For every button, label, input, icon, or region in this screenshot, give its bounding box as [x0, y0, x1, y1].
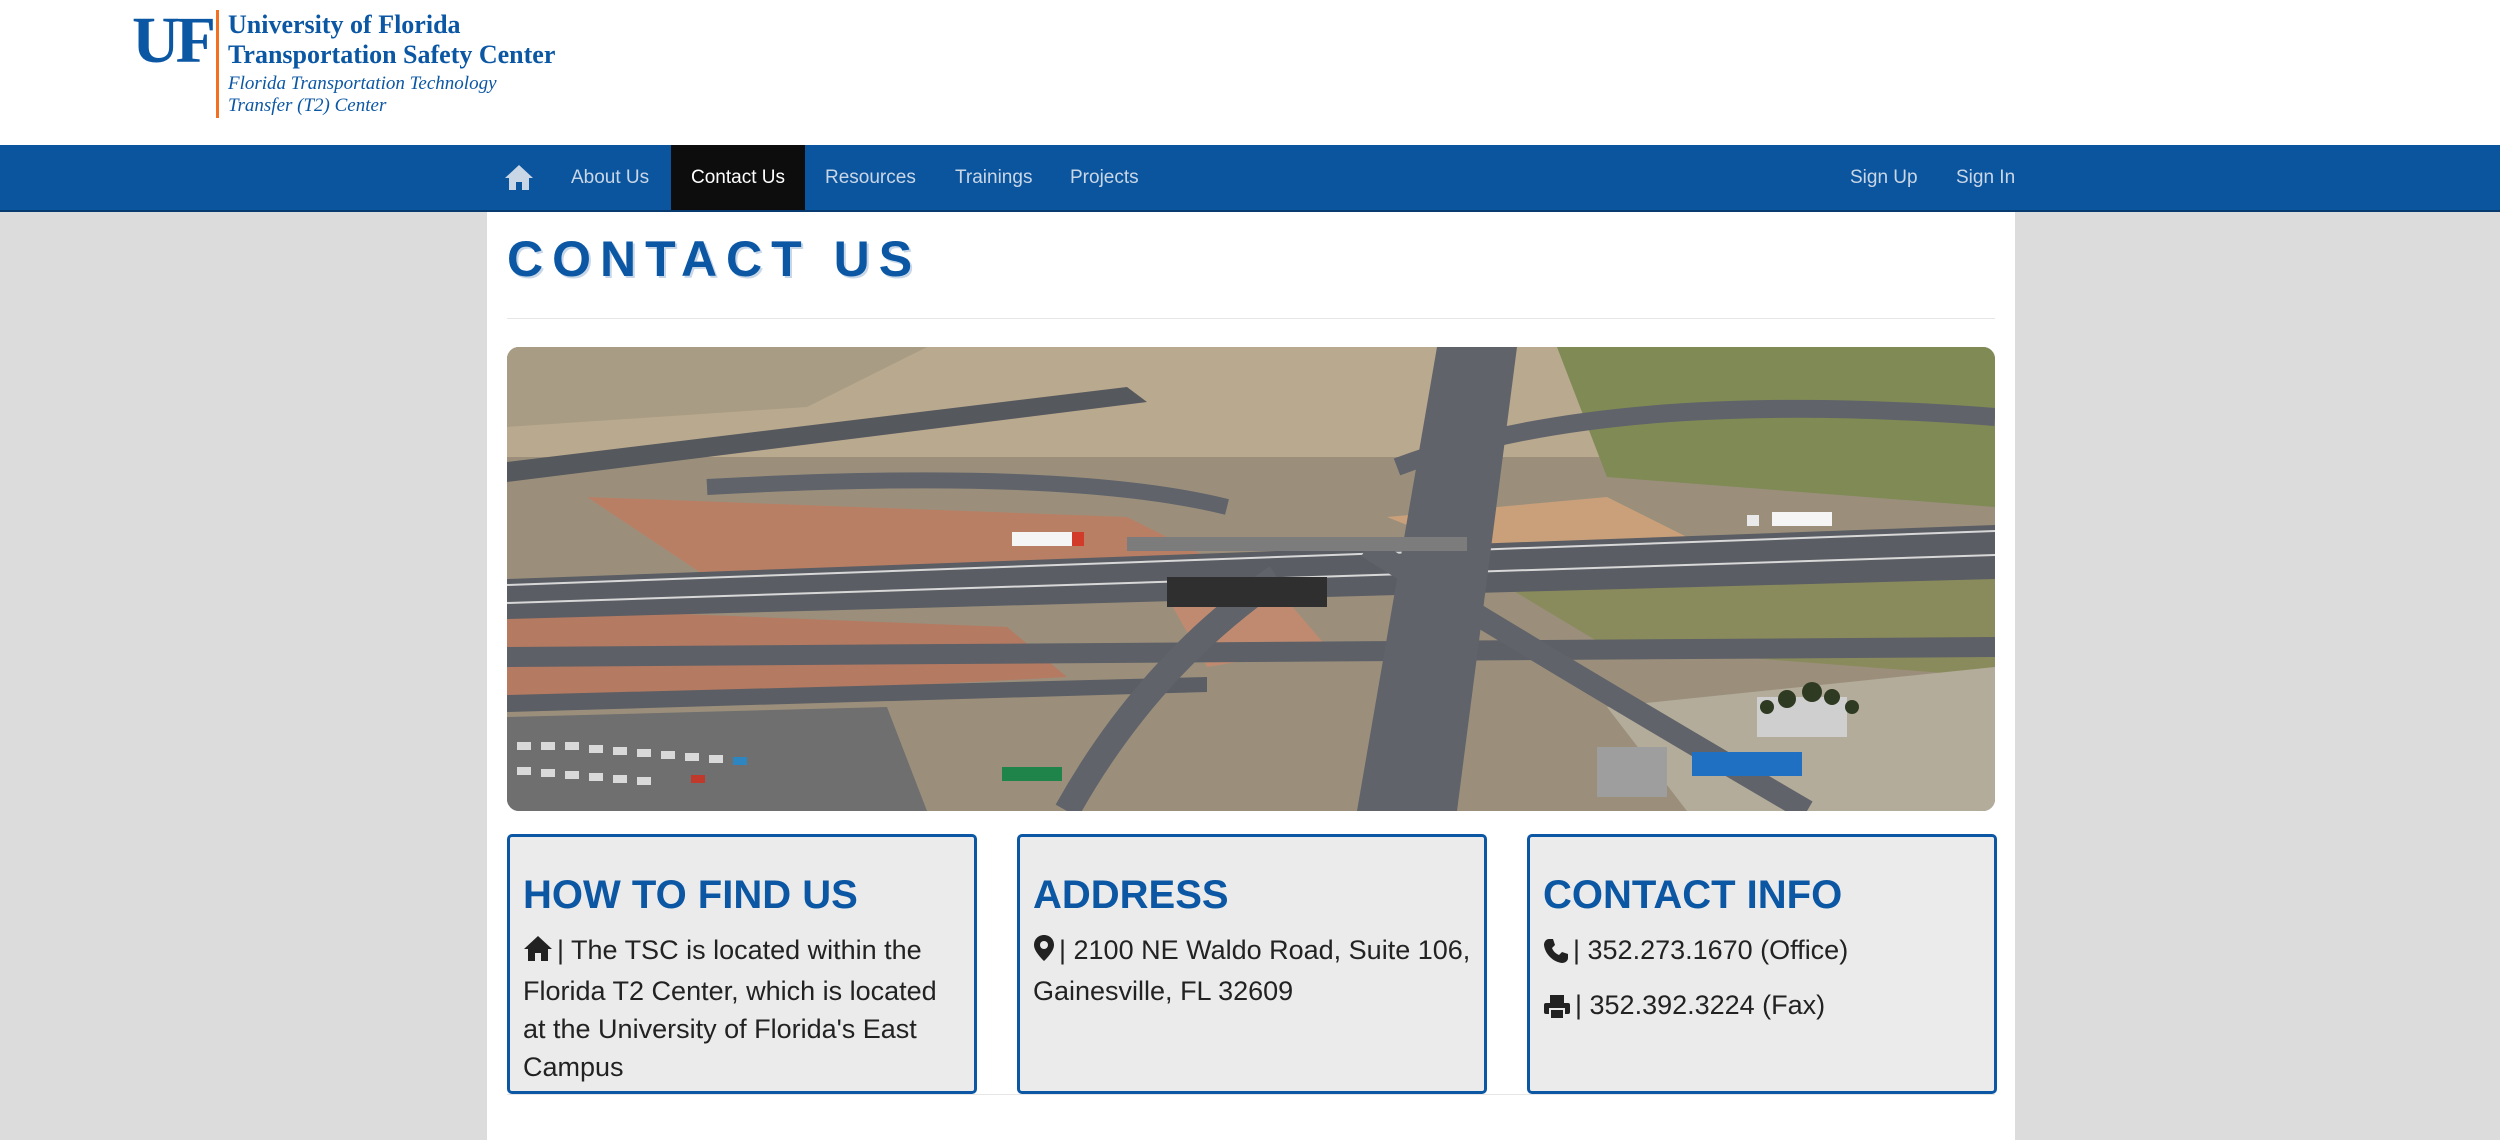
nav-item-resources[interactable]: Resources [805, 145, 936, 210]
nav-item-contact-us[interactable]: Contact Us [671, 145, 805, 210]
contact-fax: | 352.392.3224 (Fax) [1575, 990, 1826, 1020]
nav-item-projects[interactable]: Projects [1050, 145, 1159, 210]
logo-subtitle-2: Transfer (T2) Center [228, 95, 387, 116]
site-logo[interactable]: UF University of Florida Transportation … [132, 8, 572, 123]
card-heading-address: ADDRESS [1033, 873, 1229, 917]
card-heading-how-to-find-us: HOW TO FIND US [523, 873, 858, 917]
nav-item-about-us[interactable]: About Us [551, 145, 669, 210]
home-icon [523, 934, 553, 972]
find-us-description: | The TSC is located within the Florida … [523, 935, 937, 1082]
card-how-to-find-us: HOW TO FIND US | The TSC is located with… [507, 834, 977, 1094]
hero-image-highway-interchange [507, 347, 1995, 811]
contact-fax-line: | 352.392.3224 (Fax) [1543, 986, 1981, 1030]
contact-phone-line: | 352.273.1670 (Office) [1543, 931, 1981, 974]
logo-center-name: Transportation Safety Center [228, 40, 556, 69]
contact-phone[interactable]: | 352.273.1670 (Office) [1573, 931, 1848, 969]
main-nav: About Us Contact Us Resources Trainings … [0, 145, 2500, 212]
content-divider [507, 1094, 1995, 1095]
phone-icon [1543, 936, 1569, 974]
page-title: CONTACT US [507, 231, 922, 287]
address-text: | 2100 NE Waldo Road, Suite 106, Gainesv… [1033, 935, 1471, 1006]
sign-up-link[interactable]: Sign Up [1830, 145, 1938, 210]
logo-university: University of Florida [228, 10, 461, 39]
home-icon[interactable] [504, 163, 536, 193]
logo-divider [216, 10, 219, 118]
card-heading-contact-info: CONTACT INFO [1543, 873, 1843, 917]
main-content: CONTACT US HOW TO FIND US | The TSC is l… [487, 212, 2015, 1140]
logo-subtitle-1: Florida Transportation Technology [228, 73, 497, 94]
nav-item-trainings[interactable]: Trainings [935, 145, 1052, 210]
site-header: UF University of Florida Transportation … [0, 0, 2500, 145]
sign-in-link[interactable]: Sign In [1936, 145, 2035, 210]
card-text-how-to-find-us: | The TSC is located within the Florida … [523, 931, 961, 1086]
card-contact-info: CONTACT INFO | 352.273.1670 (Office) | 3… [1527, 834, 1997, 1094]
logo-mark: UF [132, 4, 216, 77]
title-divider [507, 318, 1995, 319]
card-text-address: | 2100 NE Waldo Road, Suite 106, Gainesv… [1033, 931, 1471, 1010]
printer-icon [1543, 992, 1571, 1030]
map-marker-icon [1033, 934, 1055, 972]
card-address: ADDRESS | 2100 NE Waldo Road, Suite 106,… [1017, 834, 1487, 1094]
